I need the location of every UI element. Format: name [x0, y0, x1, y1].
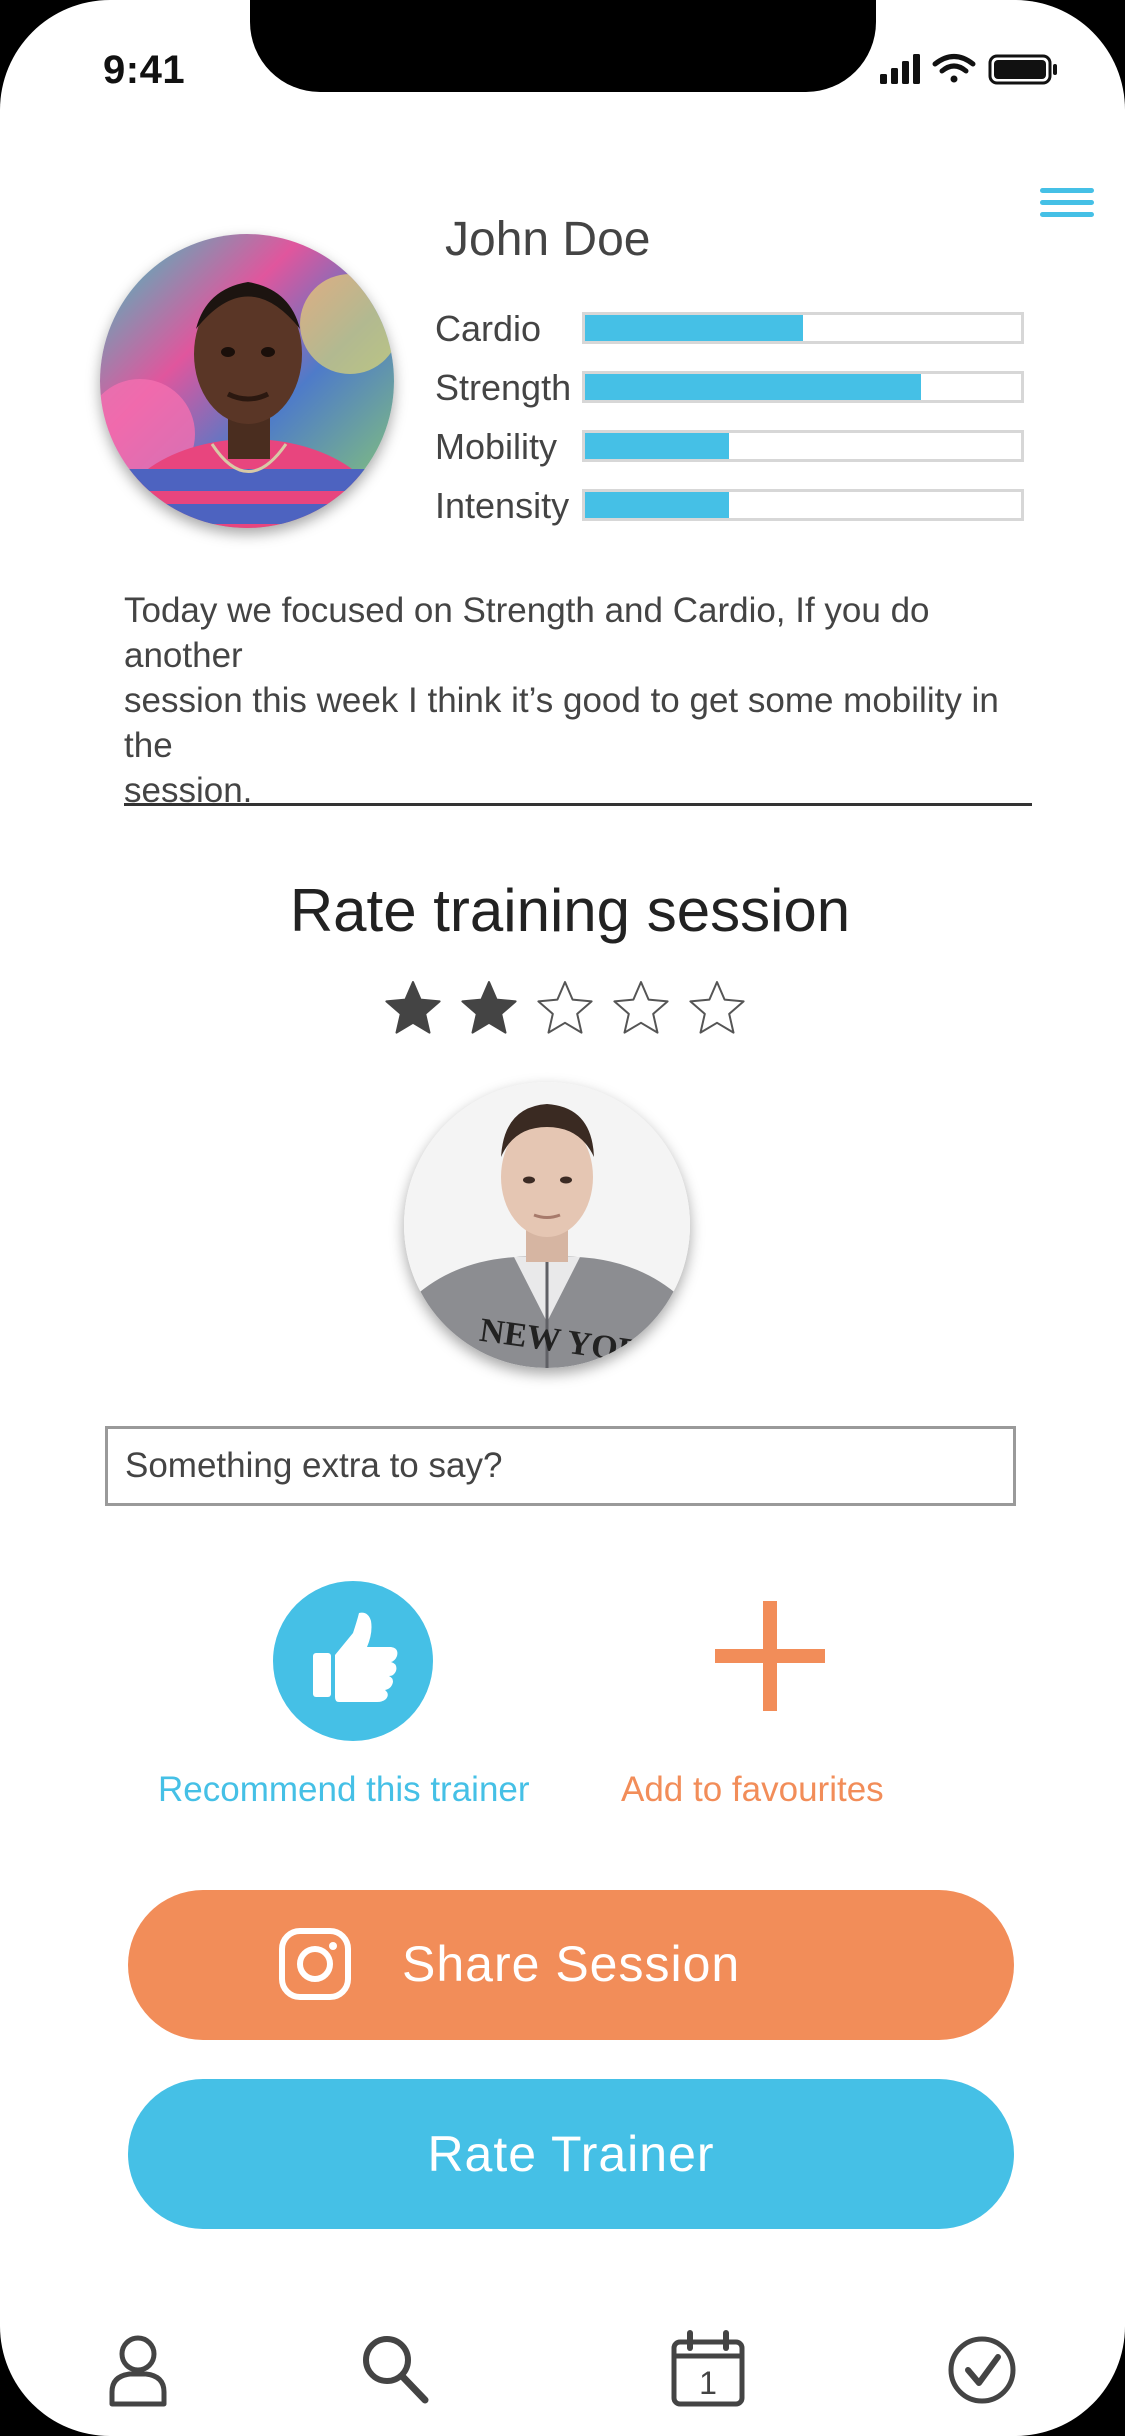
recommend-trainer-link[interactable]: Recommend this trainer: [158, 1770, 530, 1810]
stat-label: Cardio: [435, 308, 542, 349]
add-favourites-button[interactable]: [715, 1601, 825, 1711]
stat-bar: [582, 312, 1024, 344]
device-notch: [250, 0, 876, 92]
stat-row-cardio: Cardio: [435, 302, 1035, 361]
share-session-button[interactable]: Share Session: [128, 1890, 1014, 2040]
stat-label: Mobility: [435, 426, 558, 467]
instagram-icon: [279, 1928, 351, 2000]
thumbs-up-icon: [313, 1612, 398, 1702]
search-icon[interactable]: [355, 2330, 435, 2410]
stat-bar-fill: [585, 374, 921, 400]
recommend-button[interactable]: [273, 1581, 433, 1741]
stat-bar: [582, 430, 1024, 462]
stat-label: Strength: [435, 367, 572, 408]
star-filled-icon[interactable]: [459, 978, 519, 1038]
trainer-avatar: NEW YORK: [404, 1082, 690, 1368]
status-time: 9:41: [103, 48, 186, 92]
client-name: John Doe: [445, 213, 651, 266]
phone-screen: 9:41 John Doe Cardio Strength Mobility I…: [0, 0, 1125, 2436]
rate-trainer-label: Rate Trainer: [427, 2126, 715, 2182]
calendar-tab[interactable]: 1: [668, 2330, 748, 2410]
star-filled-icon[interactable]: [383, 978, 443, 1038]
comment-input[interactable]: [105, 1426, 1016, 1506]
trainer-notes: Today we focused on Strength and Cardio,…: [124, 588, 1032, 806]
stat-row-intensity: Intensity: [435, 479, 1035, 538]
profile-icon[interactable]: [98, 2330, 178, 2410]
stat-row-strength: Strength: [435, 361, 1035, 420]
stat-bar-fill: [585, 433, 729, 459]
calendar-day: 1: [699, 2365, 717, 2401]
calendar-icon: 1: [671, 2330, 745, 2407]
stat-row-mobility: Mobility: [435, 420, 1035, 479]
hamburger-menu-icon[interactable]: [1040, 188, 1094, 222]
star-rating[interactable]: [383, 978, 763, 1042]
status-icons: [880, 50, 1080, 90]
cellular-signal-icon: [880, 54, 920, 84]
stat-bar-fill: [585, 492, 729, 518]
wifi-icon: [932, 54, 976, 83]
stat-label: Intensity: [435, 485, 570, 526]
check-circle-icon[interactable]: [942, 2330, 1022, 2410]
client-avatar: [100, 234, 394, 528]
add-favourites-link[interactable]: Add to favourites: [621, 1770, 884, 1810]
share-session-label: Share Session: [402, 1936, 741, 1992]
star-empty-icon[interactable]: [611, 978, 671, 1038]
rate-trainer-button[interactable]: Rate Trainer: [128, 2079, 1014, 2229]
stat-bar: [582, 489, 1024, 521]
rate-session-heading: Rate training session: [289, 877, 851, 944]
stat-bar-fill: [585, 315, 803, 341]
battery-icon: [988, 54, 1057, 85]
star-empty-icon[interactable]: [687, 978, 747, 1038]
tab-bar: 1: [0, 2330, 1125, 2430]
plus-icon: [715, 1601, 825, 1711]
fitness-stats: Cardio Strength Mobility Intensity: [435, 302, 1035, 538]
star-empty-icon[interactable]: [535, 978, 595, 1038]
stat-bar: [582, 371, 1024, 403]
